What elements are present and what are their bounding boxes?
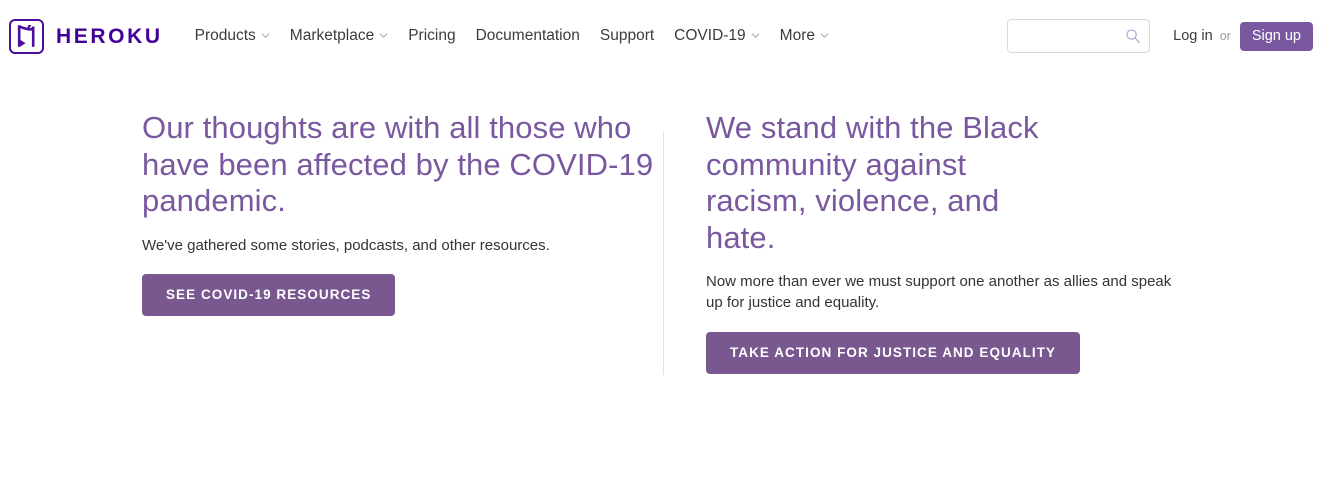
heroku-logo-icon — [9, 18, 44, 54]
banner-racial-justice: We stand with the Black community agains… — [706, 110, 1206, 374]
nav-label: Support — [599, 27, 655, 44]
nav-label: More — [779, 27, 815, 44]
nav-label: Documentation — [475, 27, 580, 44]
signup-button[interactable]: Sign up — [1239, 21, 1313, 51]
nav-label: Products — [194, 27, 256, 44]
banner-headline: Our thoughts are with all those who have… — [142, 110, 654, 218]
banner-headline: We stand with the Black community agains… — [706, 110, 1039, 255]
or-separator-label: or — [1219, 29, 1231, 43]
banner-subtext: Now more than ever we must support one a… — [706, 273, 1172, 311]
nav-item-more[interactable]: More — [770, 27, 839, 45]
search-input[interactable] — [1007, 19, 1151, 53]
banner-covid: Our thoughts are with all those who have… — [142, 110, 664, 374]
take-action-button[interactable]: Take Action for Justice and Equality — [706, 332, 1081, 374]
nav-item-support[interactable]: Support — [590, 27, 664, 45]
login-link[interactable]: Log in — [1173, 28, 1213, 44]
header-actions: Log in or Sign up — [1007, 0, 1313, 72]
banner-section: Our thoughts are with all those who have… — [0, 110, 1325, 375]
page-root: HEROKU Products Marketplace Pricing Docu… — [0, 0, 1325, 500]
nav-label: COVID-19 — [674, 27, 746, 44]
chevron-down-icon — [261, 31, 270, 40]
nav-label: Pricing — [408, 27, 456, 44]
main-navigation: Products Marketplace Pricing Documentati… — [185, 0, 839, 72]
see-covid-19-resources-button[interactable]: See COVID-19 Resources — [142, 273, 396, 316]
nav-item-covid-19[interactable]: COVID-19 — [664, 27, 770, 45]
brand-home-link[interactable]: HEROKU — [9, 18, 163, 54]
nav-item-marketplace[interactable]: Marketplace — [280, 27, 398, 45]
nav-item-pricing[interactable]: Pricing — [398, 27, 465, 45]
nav-item-documentation[interactable]: Documentation — [466, 27, 590, 45]
heroku-wordmark: HEROKU — [56, 24, 163, 48]
nav-item-products[interactable]: Products — [185, 27, 280, 45]
search-box[interactable] — [1007, 19, 1151, 53]
nav-label: Marketplace — [289, 27, 375, 44]
site-header: HEROKU Products Marketplace Pricing Docu… — [0, 0, 1325, 72]
chevron-down-icon — [379, 31, 388, 40]
chevron-down-icon — [820, 31, 829, 40]
banner-subtext: We've gathered some stories, podcasts, a… — [142, 236, 550, 254]
chevron-down-icon — [751, 31, 760, 40]
